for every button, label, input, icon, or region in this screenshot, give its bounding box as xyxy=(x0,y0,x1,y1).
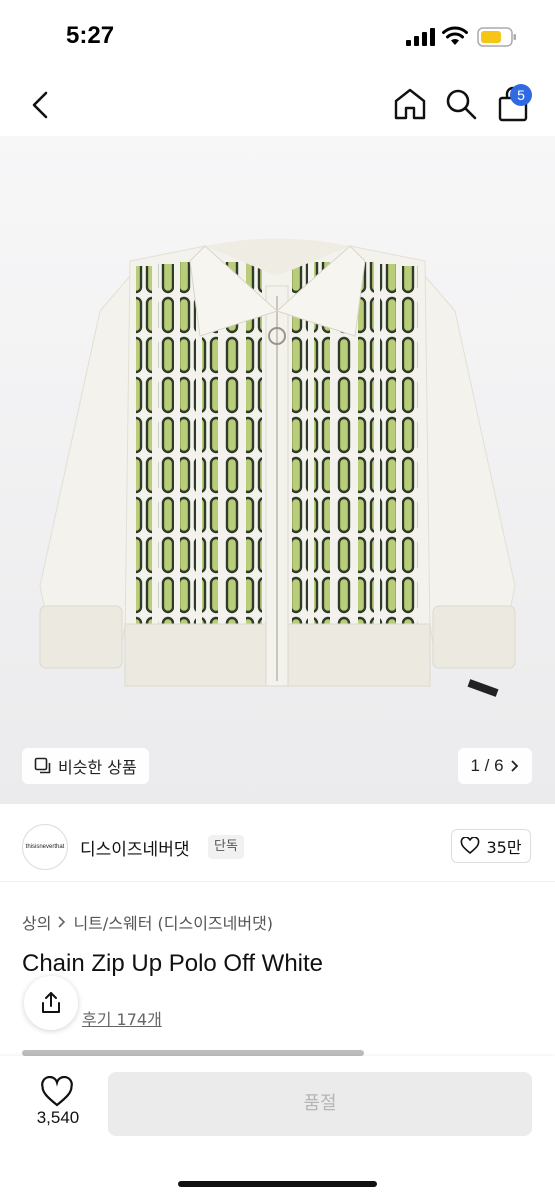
exclusive-tag: 단독 xyxy=(208,835,244,859)
pager-text: 1 / 6 xyxy=(470,756,504,775)
brand-name[interactable]: 디스이즈네버댓 xyxy=(80,835,189,860)
signal-icon xyxy=(406,28,435,46)
breadcrumb: 상의 니트/스웨터 (디스이즈네버댓) xyxy=(22,910,273,934)
battery-icon xyxy=(477,27,516,47)
wifi-icon xyxy=(442,26,468,45)
copy-icon xyxy=(34,757,51,774)
brand-row: thisisneverthat 디스이즈네버댓 단독 35만 xyxy=(0,812,555,882)
brand-like-button[interactable]: 35만 xyxy=(451,829,531,863)
cart-count-badge: 5 xyxy=(510,84,532,106)
like-heart-icon[interactable] xyxy=(40,1076,74,1108)
product-image-gallery[interactable]: 비슷한 상품 1 / 6 xyxy=(0,136,555,804)
heart-icon xyxy=(461,837,480,855)
status-time: 5:27 xyxy=(66,22,115,49)
top-nav: 5 xyxy=(0,72,555,136)
share-icon xyxy=(42,992,60,1013)
back-arrow-icon[interactable] xyxy=(26,88,56,122)
bottom-action-bar: 3,540 품절 xyxy=(0,1056,555,1200)
breadcrumb-subcategory[interactable]: 니트/스웨터 (디스이즈네버댓) xyxy=(73,910,273,934)
product-image xyxy=(39,238,516,697)
status-bar: 5:27 xyxy=(0,0,555,70)
home-icon[interactable] xyxy=(392,86,428,122)
brand-logo[interactable]: thisisneverthat xyxy=(22,824,68,870)
sold-out-button[interactable]: 품절 xyxy=(108,1072,532,1136)
brand-like-count: 35만 xyxy=(486,838,522,857)
product-title: Chain Zip Up Polo Off White xyxy=(22,950,324,977)
like-count: 3,540 xyxy=(36,1108,80,1127)
similar-products-label: 비슷한 상품 xyxy=(58,758,137,777)
search-icon[interactable] xyxy=(444,86,478,122)
review-link[interactable]: 후기 174개 xyxy=(82,1006,162,1030)
chevron-right-icon xyxy=(510,760,518,772)
share-button[interactable] xyxy=(24,976,78,1030)
similar-products-button[interactable]: 비슷한 상품 xyxy=(22,748,149,784)
chevron-right-icon xyxy=(58,916,66,928)
breadcrumb-category[interactable]: 상의 xyxy=(22,910,51,934)
brand-logo-text: thisisneverthat xyxy=(25,844,65,850)
home-indicator xyxy=(178,1181,377,1187)
image-pager[interactable]: 1 / 6 xyxy=(458,748,532,784)
